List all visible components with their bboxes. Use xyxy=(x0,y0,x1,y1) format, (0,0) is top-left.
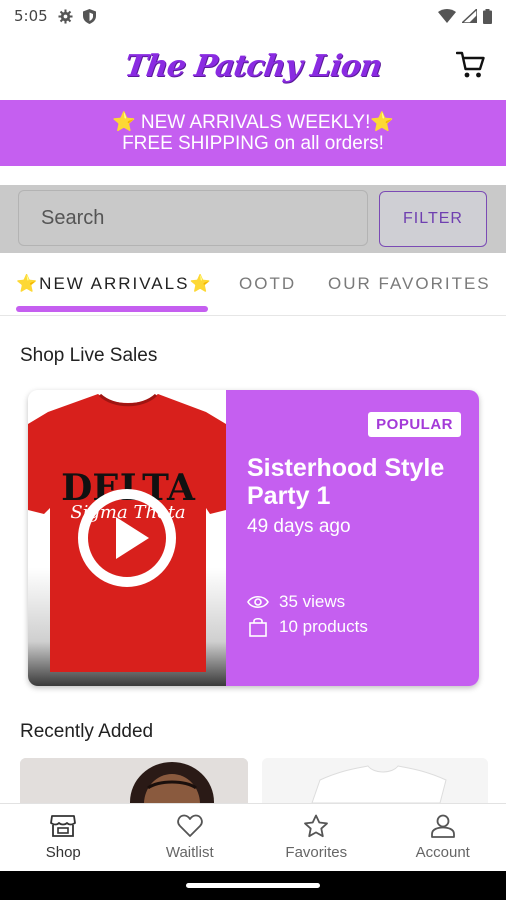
section-title-live-sales: Shop Live Sales xyxy=(20,345,158,366)
promo-line-1: ⭐ NEW ARRIVALS WEEKLY!⭐ xyxy=(111,112,395,133)
shopping-bag-icon xyxy=(249,617,267,637)
nav-label-favorites: Favorites xyxy=(285,844,348,861)
play-icon[interactable] xyxy=(77,488,177,588)
products-count: 10 products xyxy=(279,617,368,636)
brand-logo[interactable]: The Patchy Lion xyxy=(123,49,384,84)
views-count: 35 views xyxy=(279,592,346,611)
settings-gear-icon xyxy=(58,8,73,24)
promo-banner: ⭐ NEW ARRIVALS WEEKLY!⭐ FREE SHIPPING on… xyxy=(0,100,506,166)
live-sale-thumbnail[interactable]: DELTA Sigma Theta xyxy=(28,390,226,686)
active-tab-indicator xyxy=(16,306,208,312)
nav-item-waitlist[interactable]: Waitlist xyxy=(127,804,254,871)
promo-line-2: FREE SHIPPING on all orders! xyxy=(122,133,384,154)
bottom-navigation: Shop Waitlist Favorites Account xyxy=(0,803,506,871)
filter-button[interactable]: FILTER xyxy=(379,191,487,247)
system-gesture-bar xyxy=(0,871,506,900)
eye-icon xyxy=(247,595,269,609)
product-photo-white-shirt xyxy=(262,758,488,803)
nav-label-shop: Shop xyxy=(45,844,81,861)
category-tabs: ⭐NEW ARRIVALS⭐ OOTD OUR FAVORITES xyxy=(0,256,506,316)
recent-product-card[interactable] xyxy=(20,758,248,803)
products-stat: 10 products xyxy=(247,617,368,637)
search-bar: Search FILTER xyxy=(0,185,506,253)
live-sale-details: POPULAR Sisterhood Style Party 1 49 days… xyxy=(226,390,479,686)
views-stat: 35 views xyxy=(247,592,345,612)
popular-badge: POPULAR xyxy=(368,412,461,437)
cell-signal-icon xyxy=(462,9,477,23)
tab-new-arrivals[interactable]: ⭐NEW ARRIVALS⭐ xyxy=(16,256,213,312)
nav-item-account[interactable]: Account xyxy=(380,804,506,871)
cart-icon[interactable] xyxy=(456,50,486,80)
store-icon xyxy=(50,815,77,837)
tab-ootd[interactable]: OOTD xyxy=(239,256,296,312)
section-title-recently-added: Recently Added xyxy=(20,721,154,742)
live-sale-title[interactable]: Sisterhood Style Party 1 xyxy=(247,454,472,510)
status-bar: 5:05 xyxy=(0,0,506,32)
heart-icon xyxy=(177,814,203,837)
star-icon xyxy=(304,814,329,838)
recent-product-card[interactable] xyxy=(262,758,488,803)
nav-label-account: Account xyxy=(415,844,470,861)
live-sale-card[interactable]: DELTA Sigma Theta POPULAR Sisterhood Sty… xyxy=(28,390,479,686)
live-sale-time-ago: 49 days ago xyxy=(247,516,351,537)
home-gesture-handle[interactable] xyxy=(186,883,320,888)
battery-icon xyxy=(483,8,492,24)
person-icon xyxy=(430,814,455,838)
app-header: The Patchy Lion xyxy=(0,32,506,100)
status-time: 5:05 xyxy=(14,7,48,25)
wifi-icon xyxy=(438,9,456,23)
search-input[interactable]: Search xyxy=(18,190,368,246)
nav-item-shop[interactable]: Shop xyxy=(0,804,127,871)
shield-icon xyxy=(82,8,96,24)
nav-item-favorites[interactable]: Favorites xyxy=(253,804,380,871)
nav-label-waitlist: Waitlist xyxy=(165,844,214,861)
tab-our-favorites[interactable]: OUR FAVORITES xyxy=(328,256,491,312)
product-photo-woman xyxy=(20,758,248,803)
